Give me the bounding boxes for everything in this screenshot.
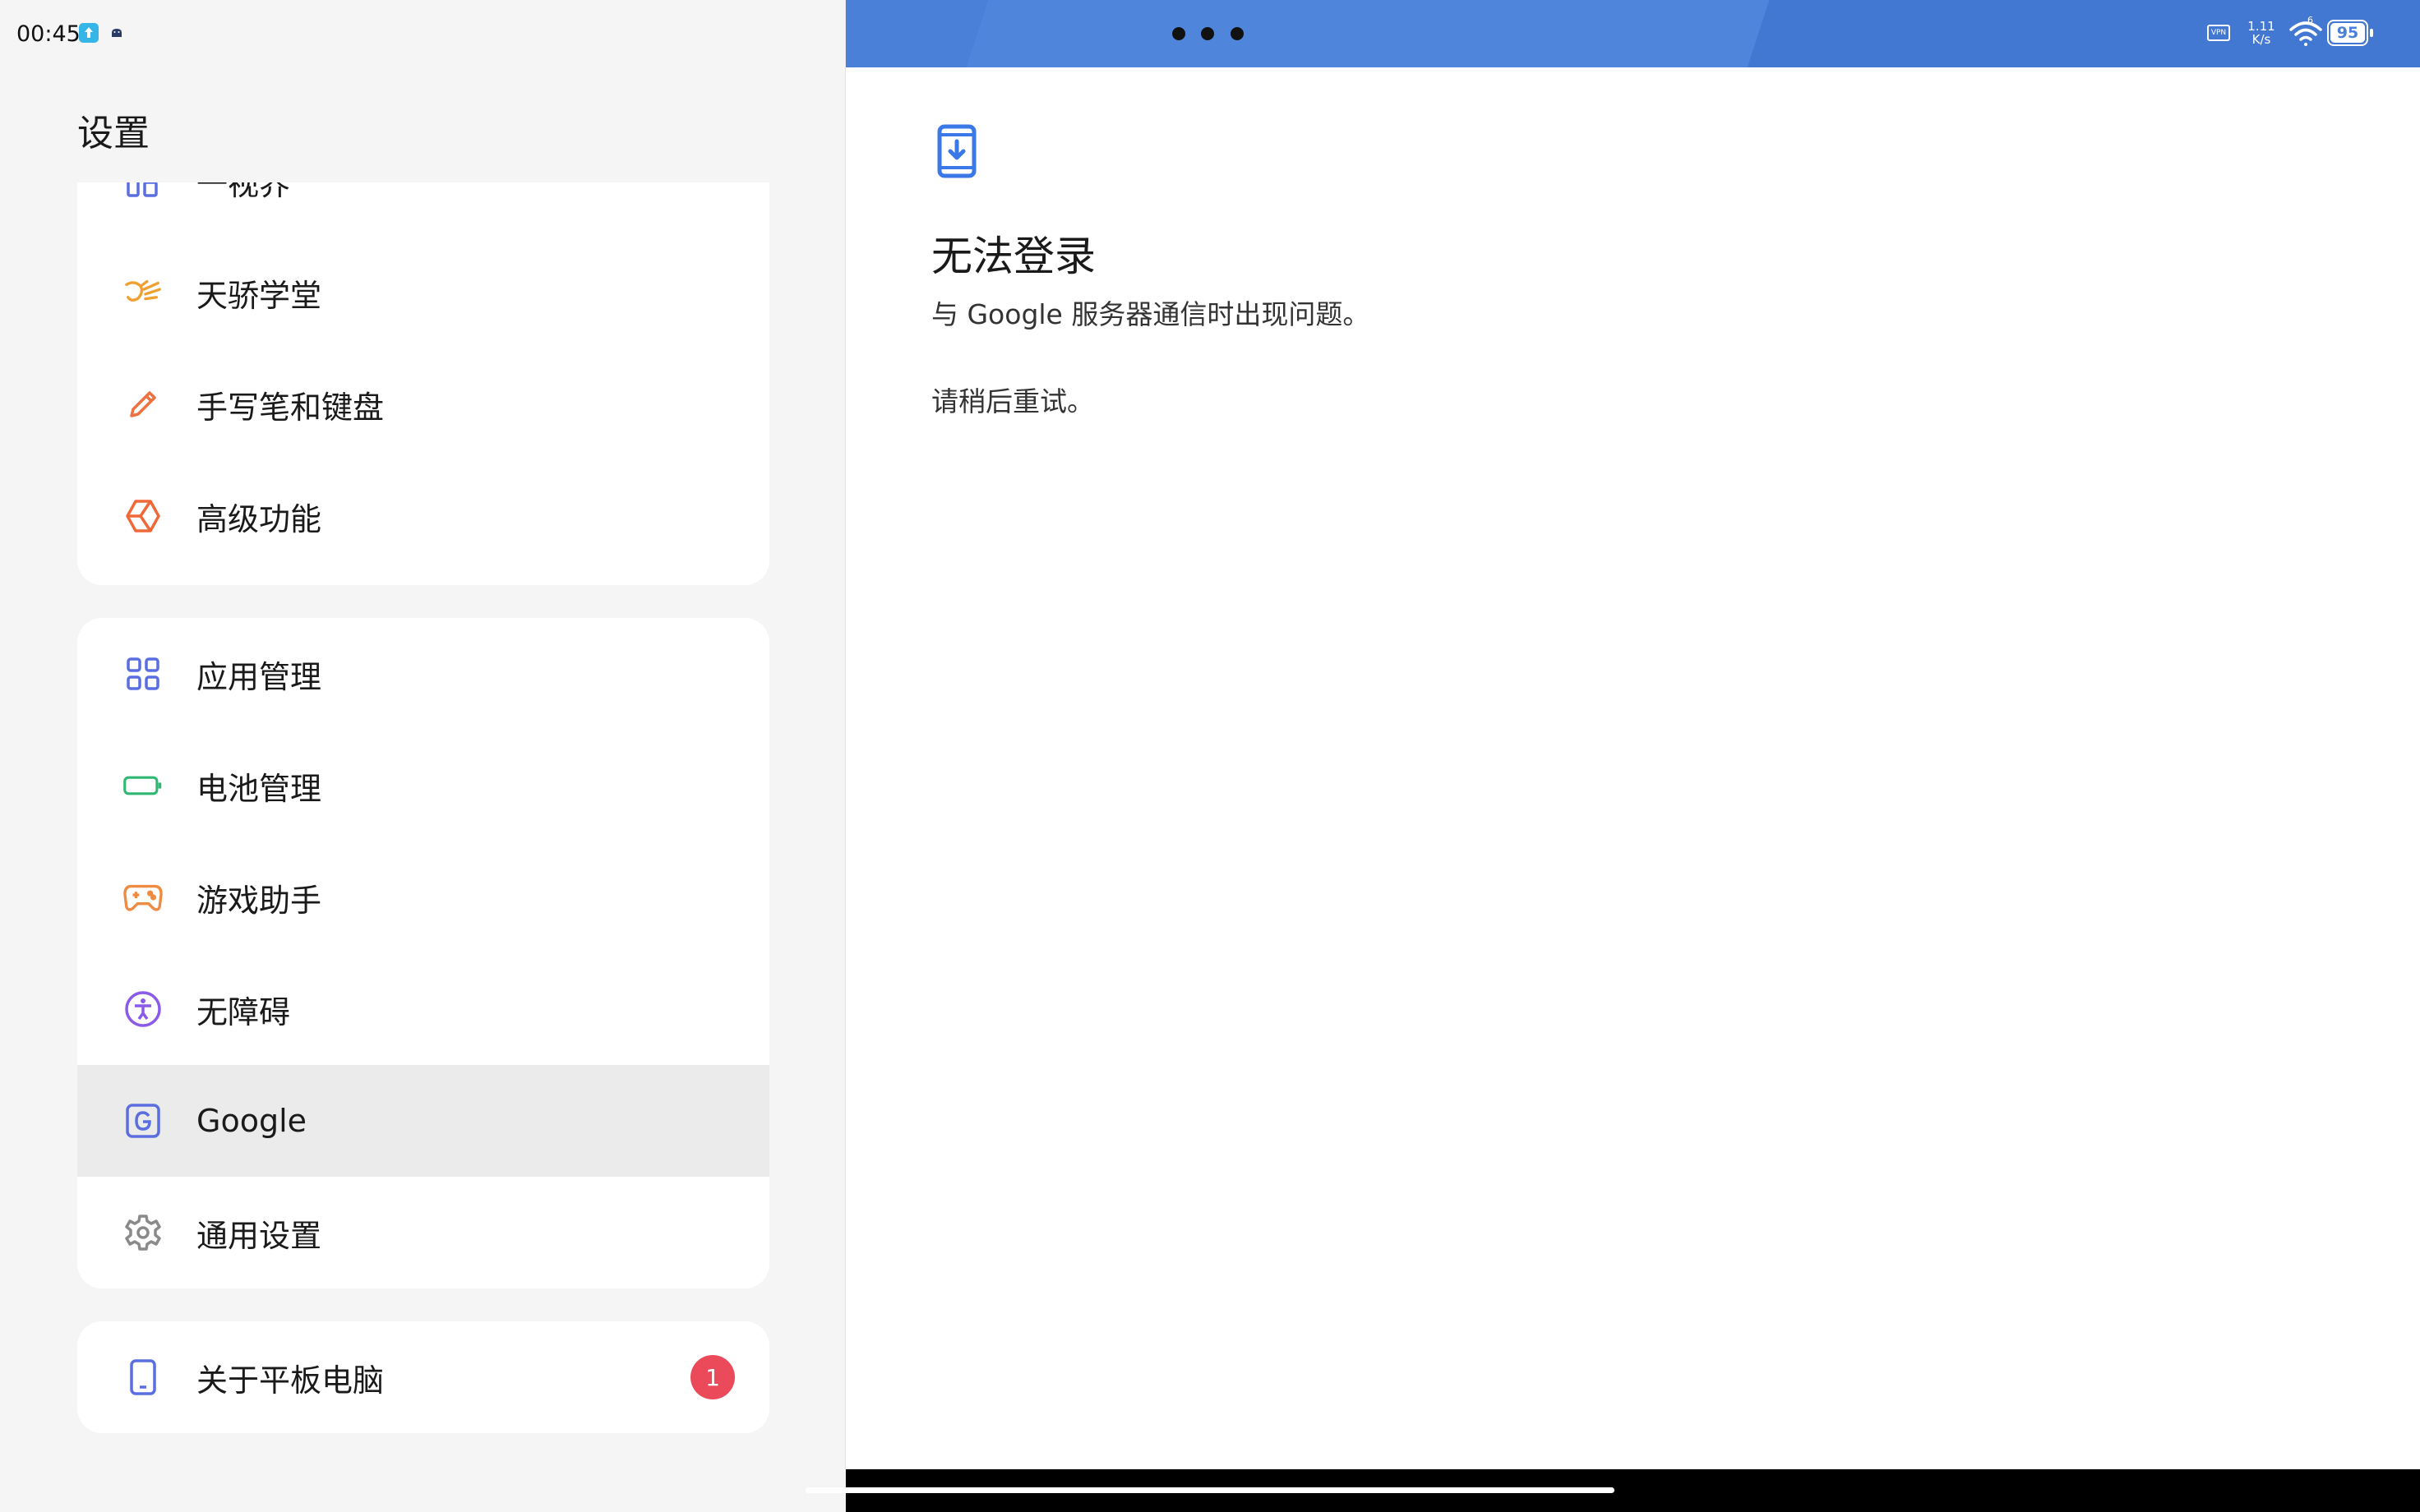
multiwindow-dot[interactable] bbox=[1201, 27, 1214, 40]
settings-item-label: 无障碍 bbox=[196, 993, 291, 1030]
settings-item-stylus-keyboard[interactable]: 手写笔和键盘 bbox=[77, 348, 769, 460]
settings-item-google[interactable]: Google bbox=[77, 1065, 769, 1177]
apps-grid-icon bbox=[123, 654, 163, 694]
settings-card-group1: 一视界 天骄学堂 手写笔和键盘 高级功能 bbox=[77, 182, 769, 585]
page-title: 设置 bbox=[77, 113, 150, 154]
battery-icon bbox=[123, 766, 163, 805]
network-speed: 1.11 K/s bbox=[2245, 20, 2278, 46]
settings-item-label: 电池管理 bbox=[196, 770, 322, 807]
layout-icon bbox=[123, 182, 163, 201]
settings-item-label: 手写笔和键盘 bbox=[196, 389, 385, 426]
error-description: 与 Google 服务器通信时出现问题。 bbox=[931, 298, 1370, 330]
topbar-band-decor bbox=[966, 0, 1811, 67]
settings-item-game-assistant[interactable]: 游戏助手 bbox=[77, 841, 769, 953]
settings-item-label: 一视界 bbox=[196, 182, 291, 202]
status-time: 00:45 bbox=[16, 21, 81, 47]
multiwindow-dot[interactable] bbox=[1172, 27, 1185, 40]
pencil-icon bbox=[123, 385, 163, 424]
phone-download-icon bbox=[936, 123, 977, 179]
error-title: 无法登录 bbox=[931, 233, 1096, 280]
settings-item-label: 应用管理 bbox=[196, 658, 322, 695]
settings-item-battery[interactable]: 电池管理 bbox=[77, 730, 769, 841]
settings-item-label: 关于平板电脑 bbox=[196, 1362, 385, 1399]
battery-tip bbox=[2370, 29, 2373, 37]
settings-item-advanced[interactable]: 高级功能 bbox=[77, 460, 769, 572]
settings-item-general[interactable]: 通用设置 bbox=[77, 1177, 769, 1288]
settings-list-pane: 00:45 设置 一视界 天骄学堂 手写笔和键盘 高级功能 应用管理 电池管理 … bbox=[0, 0, 845, 1512]
settings-card-group2: 应用管理 电池管理 游戏助手 无障碍 Google 通用设置 bbox=[77, 618, 769, 1288]
cube-icon bbox=[123, 496, 163, 536]
tablet-icon bbox=[123, 1358, 163, 1397]
wifi-icon: 6 bbox=[2288, 15, 2324, 48]
accessibility-icon bbox=[123, 989, 163, 1029]
multiwindow-dot[interactable] bbox=[1231, 27, 1244, 40]
error-retry-message: 请稍后重试。 bbox=[931, 385, 1094, 417]
settings-item-app-management[interactable]: 应用管理 bbox=[77, 618, 769, 730]
battery-level: 95 bbox=[2336, 24, 2359, 42]
settings-item-label: Google bbox=[196, 1103, 307, 1139]
home-indicator[interactable] bbox=[806, 1487, 1614, 1493]
notification-badge: 1 bbox=[690, 1355, 735, 1399]
top-status-bar: VPN 1.11 K/s 6 95 bbox=[846, 0, 2420, 67]
settings-item-label: 游戏助手 bbox=[196, 882, 322, 919]
gamepad-icon bbox=[123, 878, 163, 917]
settings-item-label: 高级功能 bbox=[196, 500, 322, 537]
settings-item-about-tablet[interactable]: 关于平板电脑 1 bbox=[77, 1321, 769, 1433]
settings-card-group3: 关于平板电脑 1 bbox=[77, 1321, 769, 1433]
settings-item-yishijie[interactable]: 一视界 bbox=[77, 182, 769, 237]
vpn-icon: VPN bbox=[2207, 25, 2230, 41]
android-notification-icon bbox=[107, 23, 127, 43]
battery-indicator: 95 bbox=[2327, 20, 2373, 46]
settings-item-accessibility[interactable]: 无障碍 bbox=[77, 953, 769, 1065]
google-icon bbox=[123, 1101, 163, 1141]
wifi-badge: 6 bbox=[2307, 15, 2313, 25]
settings-scroll-list[interactable]: 一视界 天骄学堂 手写笔和键盘 高级功能 应用管理 电池管理 游戏助手 无障碍 … bbox=[0, 182, 845, 1512]
bird-icon bbox=[123, 273, 163, 312]
network-speed-unit: K/s bbox=[2251, 32, 2271, 47]
settings-item-label: 天骄学堂 bbox=[196, 277, 322, 314]
settings-item-label: 通用设置 bbox=[196, 1217, 322, 1254]
detail-pane: VPN 1.11 K/s 6 95 无法登录 与 Google 服务器通信时出现… bbox=[846, 0, 2420, 1512]
gear-icon bbox=[123, 1213, 163, 1252]
settings-item-tianjiao[interactable]: 天骄学堂 bbox=[77, 237, 769, 348]
network-speed-value: 1.11 bbox=[2247, 19, 2275, 34]
upload-notification-icon bbox=[79, 23, 99, 43]
status-bar-left: 00:45 bbox=[0, 0, 845, 67]
